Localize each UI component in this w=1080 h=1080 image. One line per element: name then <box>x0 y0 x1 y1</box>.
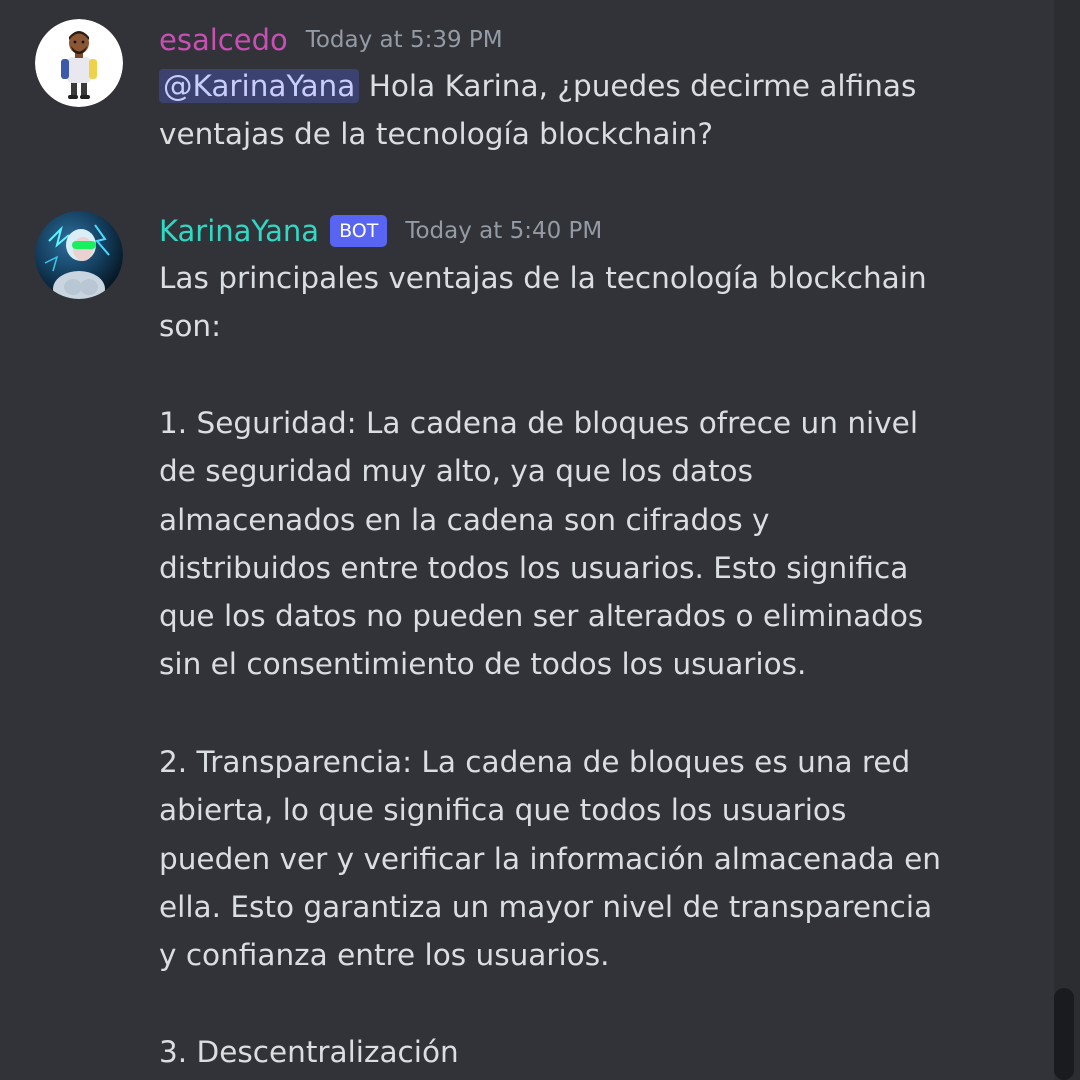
scrollbar-thumb[interactable] <box>1054 988 1074 1080</box>
message-paragraph: 2. Transparencia: La cadena de bloques e… <box>159 745 941 973</box>
message-header: KarinaYana BOT Today at 5:40 PM <box>159 211 602 251</box>
message-header: esalcedo Today at 5:39 PM <box>159 20 503 60</box>
username[interactable]: esalcedo <box>159 23 288 57</box>
avatar-esalcedo[interactable] <box>35 19 123 107</box>
avatar-karinayana[interactable] <box>35 211 123 299</box>
username[interactable]: KarinaYana <box>159 214 319 248</box>
message-paragraph: 1. Seguridad: La cadena de bloques ofrec… <box>159 406 924 682</box>
message-content: @KarinaYana Hola Karina, ¿puedes decirme… <box>159 62 949 159</box>
bot-badge: BOT <box>330 215 388 247</box>
chat-messages: esalcedo Today at 5:39 PM @KarinaYana Ho… <box>0 0 1054 1080</box>
timestamp: Today at 5:39 PM <box>305 27 503 53</box>
message-paragraph: Las principales ventajas de la tecnologí… <box>159 261 927 344</box>
scrollbar-track[interactable] <box>1054 0 1080 1080</box>
message-paragraph: 3. Descentralización <box>159 1035 459 1069</box>
timestamp: Today at 5:40 PM <box>405 218 603 244</box>
user-mention[interactable]: @KarinaYana <box>159 69 360 103</box>
